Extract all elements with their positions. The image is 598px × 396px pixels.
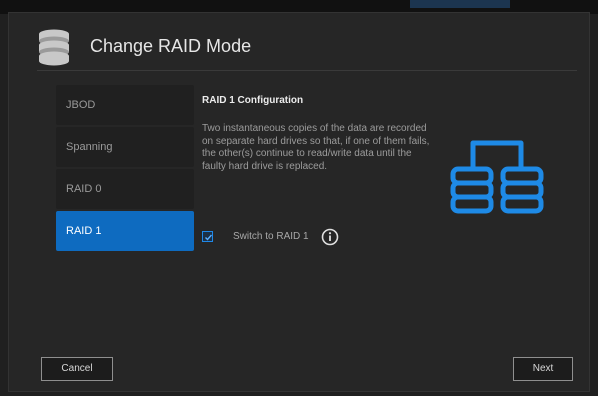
raid-mode-raid1[interactable]: RAID 1 (56, 211, 194, 251)
switch-raid-checkbox[interactable] (202, 231, 213, 242)
config-title: RAID 1 Configuration (202, 95, 304, 106)
mirrored-drives-icon (445, 133, 549, 217)
raid-mode-raid0[interactable]: RAID 0 (56, 169, 194, 209)
dialog-header: Change RAID Mode (9, 13, 589, 73)
header-divider (37, 70, 577, 71)
config-description: Two instantaneous copies of the data are… (202, 123, 430, 172)
dialog-title: Change RAID Mode (90, 36, 252, 56)
storage-stack-icon (37, 28, 71, 66)
raid-mode-jbod[interactable]: JBOD (56, 85, 194, 125)
switch-raid-label: Switch to RAID 1 (233, 231, 309, 242)
cancel-button[interactable]: Cancel (41, 357, 113, 381)
raid-mode-spanning[interactable]: Spanning (56, 127, 194, 167)
backdrop-accent (410, 0, 510, 8)
info-icon[interactable] (321, 228, 339, 246)
change-raid-dialog: Change RAID Mode JBOD Spanning RAID 0 RA… (8, 12, 590, 392)
next-button[interactable]: Next (513, 357, 573, 381)
